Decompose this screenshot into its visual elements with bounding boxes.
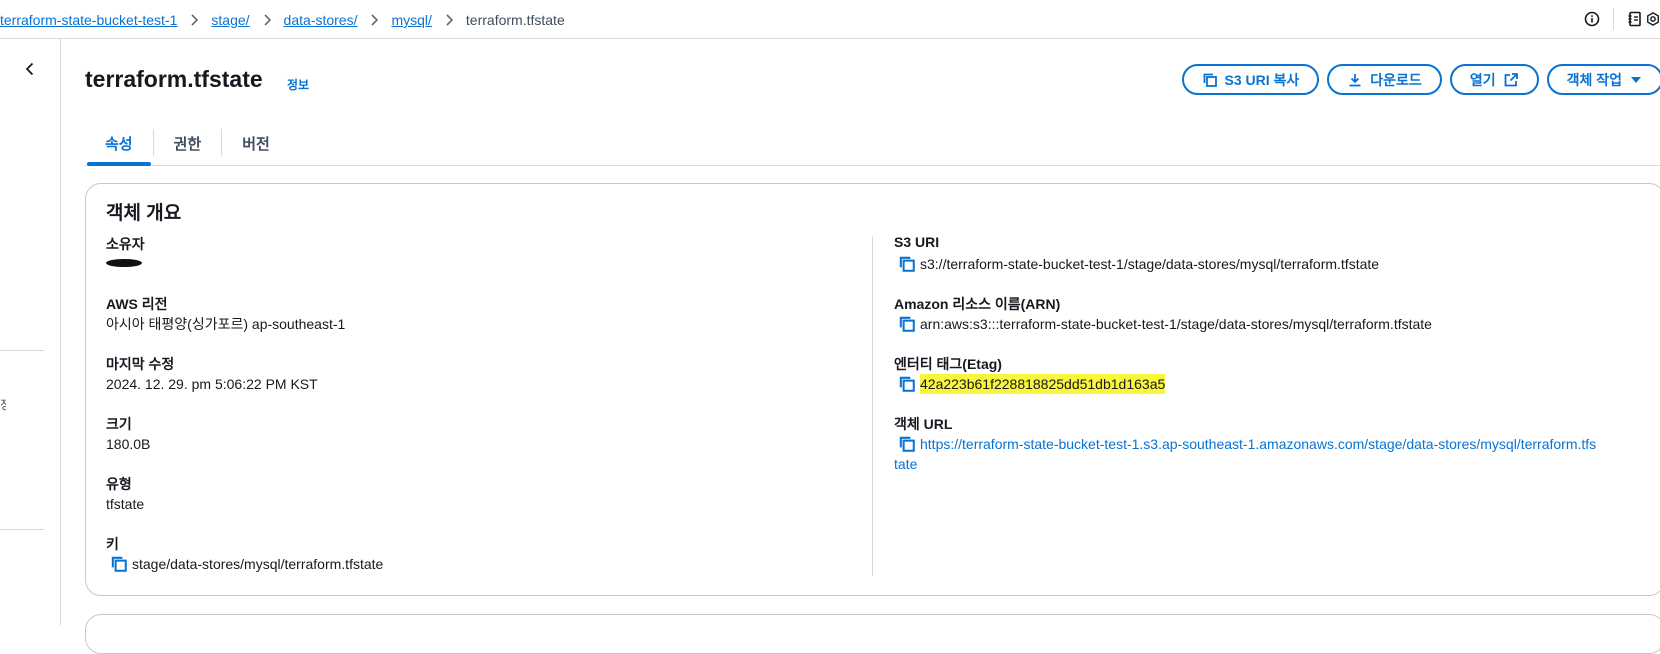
side-navigation: 정 (0, 39, 61, 625)
field-size: 크기 180.0B (106, 414, 150, 454)
field-value: 42a223b61f228818825dd51db1d163a5 (894, 374, 1165, 394)
breadcrumb: terraform-state-bucket-test-1 stage/ dat… (0, 10, 565, 30)
divider (0, 529, 44, 530)
field-label: 객체 URL (894, 414, 1654, 432)
object-overview-panel: 객체 개요 소유자 AWS 리전 아시아 태평양(싱가포르) ap-southe… (85, 183, 1660, 596)
field-object-url: 객체 URL https://terraform-state-bucket-te… (894, 414, 1654, 474)
copy-icon[interactable] (110, 555, 128, 573)
info-icon[interactable] (1581, 8, 1603, 30)
field-value: tfstate (106, 494, 144, 514)
copy-icon[interactable] (898, 375, 916, 393)
breadcrumb-stage[interactable]: stage/ (211, 12, 249, 28)
divider (0, 350, 44, 351)
field-label: S3 URI (894, 234, 1379, 252)
chevron-right-icon (189, 14, 199, 26)
arn-value: arn:aws:s3:::terraform-state-bucket-test… (920, 314, 1432, 334)
top-icons (1581, 8, 1660, 30)
top-bar: terraform-state-bucket-test-1 stage/ dat… (0, 0, 1660, 39)
divider (1613, 8, 1614, 30)
copy-s3-uri-label: S3 URI 복사 (1225, 70, 1300, 90)
field-etag: 엔터티 태그(Etag) 42a223b61f228818825dd51db1d… (894, 354, 1165, 394)
tab-list: 속성 권한 버전 (85, 124, 1660, 166)
tab-properties[interactable]: 속성 (85, 124, 153, 165)
info-link[interactable]: 정보 (287, 76, 309, 93)
redacted-value (106, 259, 142, 267)
column-divider (872, 236, 873, 576)
download-label: 다운로드 (1370, 70, 1422, 90)
header-actions: S3 URI 복사 다운로드 열기 객체 작업 (1182, 64, 1660, 95)
field-label: 소유자 (106, 234, 145, 252)
field-label: 엔터티 태그(Etag) (894, 354, 1165, 372)
panel-title: 객체 개요 (106, 198, 181, 225)
etag-value: 42a223b61f228818825dd51db1d163a5 (920, 374, 1165, 394)
download-icon (1347, 72, 1363, 88)
breadcrumb-mysql[interactable]: mysql/ (391, 12, 431, 28)
field-last-modified: 마지막 수정 2024. 12. 29. pm 5:06:22 PM KST (106, 354, 318, 394)
field-value: https://terraform-state-bucket-test-1.s3… (894, 434, 1654, 454)
field-value: arn:aws:s3:::terraform-state-bucket-test… (894, 314, 1432, 334)
field-s3-uri: S3 URI s3://terraform-state-bucket-test-… (894, 234, 1379, 274)
copy-icon[interactable] (898, 255, 916, 273)
tab-permissions[interactable]: 권한 (154, 124, 222, 165)
field-label: AWS 리전 (106, 294, 345, 312)
breadcrumb-current: terraform.tfstate (466, 12, 565, 28)
field-value-continued: tate (894, 454, 1654, 474)
notes-icon[interactable] (1624, 8, 1646, 30)
field-label: Amazon 리소스 이름(ARN) (894, 294, 1432, 312)
key-value: stage/data-stores/mysql/terraform.tfstat… (132, 554, 383, 574)
copy-icon (1202, 72, 1218, 88)
chevron-right-icon (444, 14, 454, 26)
chevron-right-icon (262, 14, 272, 26)
field-key: 키 stage/data-stores/mysql/terraform.tfst… (106, 534, 383, 574)
field-owner: 소유자 (106, 234, 145, 267)
s3-uri-value: s3://terraform-state-bucket-test-1/stage… (920, 254, 1379, 274)
open-button[interactable]: 열기 (1450, 64, 1539, 95)
object-url-link[interactable]: https://terraform-state-bucket-test-1.s3… (920, 434, 1596, 454)
chevron-right-icon (369, 14, 379, 26)
field-type: 유형 tfstate (106, 474, 144, 514)
nav-item-label: 정 (0, 396, 6, 413)
field-value (106, 254, 145, 267)
copy-s3-uri-button[interactable]: S3 URI 복사 (1182, 64, 1320, 95)
chevron-left-icon[interactable] (22, 61, 38, 77)
field-value: stage/data-stores/mysql/terraform.tfstat… (106, 554, 383, 574)
object-actions-button[interactable]: 객체 작업 (1547, 64, 1660, 95)
external-link-icon (1503, 72, 1519, 88)
open-label: 열기 (1470, 70, 1496, 90)
object-actions-label: 객체 작업 (1567, 70, 1622, 90)
object-url-link-continued[interactable]: tate (894, 454, 917, 474)
field-label: 마지막 수정 (106, 354, 318, 372)
download-button[interactable]: 다운로드 (1327, 64, 1442, 95)
breadcrumb-data-stores[interactable]: data-stores/ (284, 12, 358, 28)
page-title: terraform.tfstate (85, 66, 263, 93)
field-label: 키 (106, 534, 383, 552)
field-value: 아시아 태평양(싱가포르) ap-southeast-1 (106, 314, 345, 334)
field-value: s3://terraform-state-bucket-test-1/stage… (894, 254, 1379, 274)
settings-icon[interactable] (1646, 8, 1660, 30)
field-label: 유형 (106, 474, 144, 492)
breadcrumb-bucket[interactable]: terraform-state-bucket-test-1 (0, 12, 177, 28)
field-value: 180.0B (106, 434, 150, 454)
next-panel (85, 614, 1660, 654)
tab-versions[interactable]: 버전 (222, 124, 290, 165)
caret-down-icon (1629, 73, 1643, 87)
field-arn: Amazon 리소스 이름(ARN) arn:aws:s3:::terrafor… (894, 294, 1432, 334)
field-label: 크기 (106, 414, 150, 432)
field-value: 2024. 12. 29. pm 5:06:22 PM KST (106, 374, 318, 394)
field-region: AWS 리전 아시아 태평양(싱가포르) ap-southeast-1 (106, 294, 345, 334)
copy-icon[interactable] (898, 435, 916, 453)
copy-icon[interactable] (898, 315, 916, 333)
